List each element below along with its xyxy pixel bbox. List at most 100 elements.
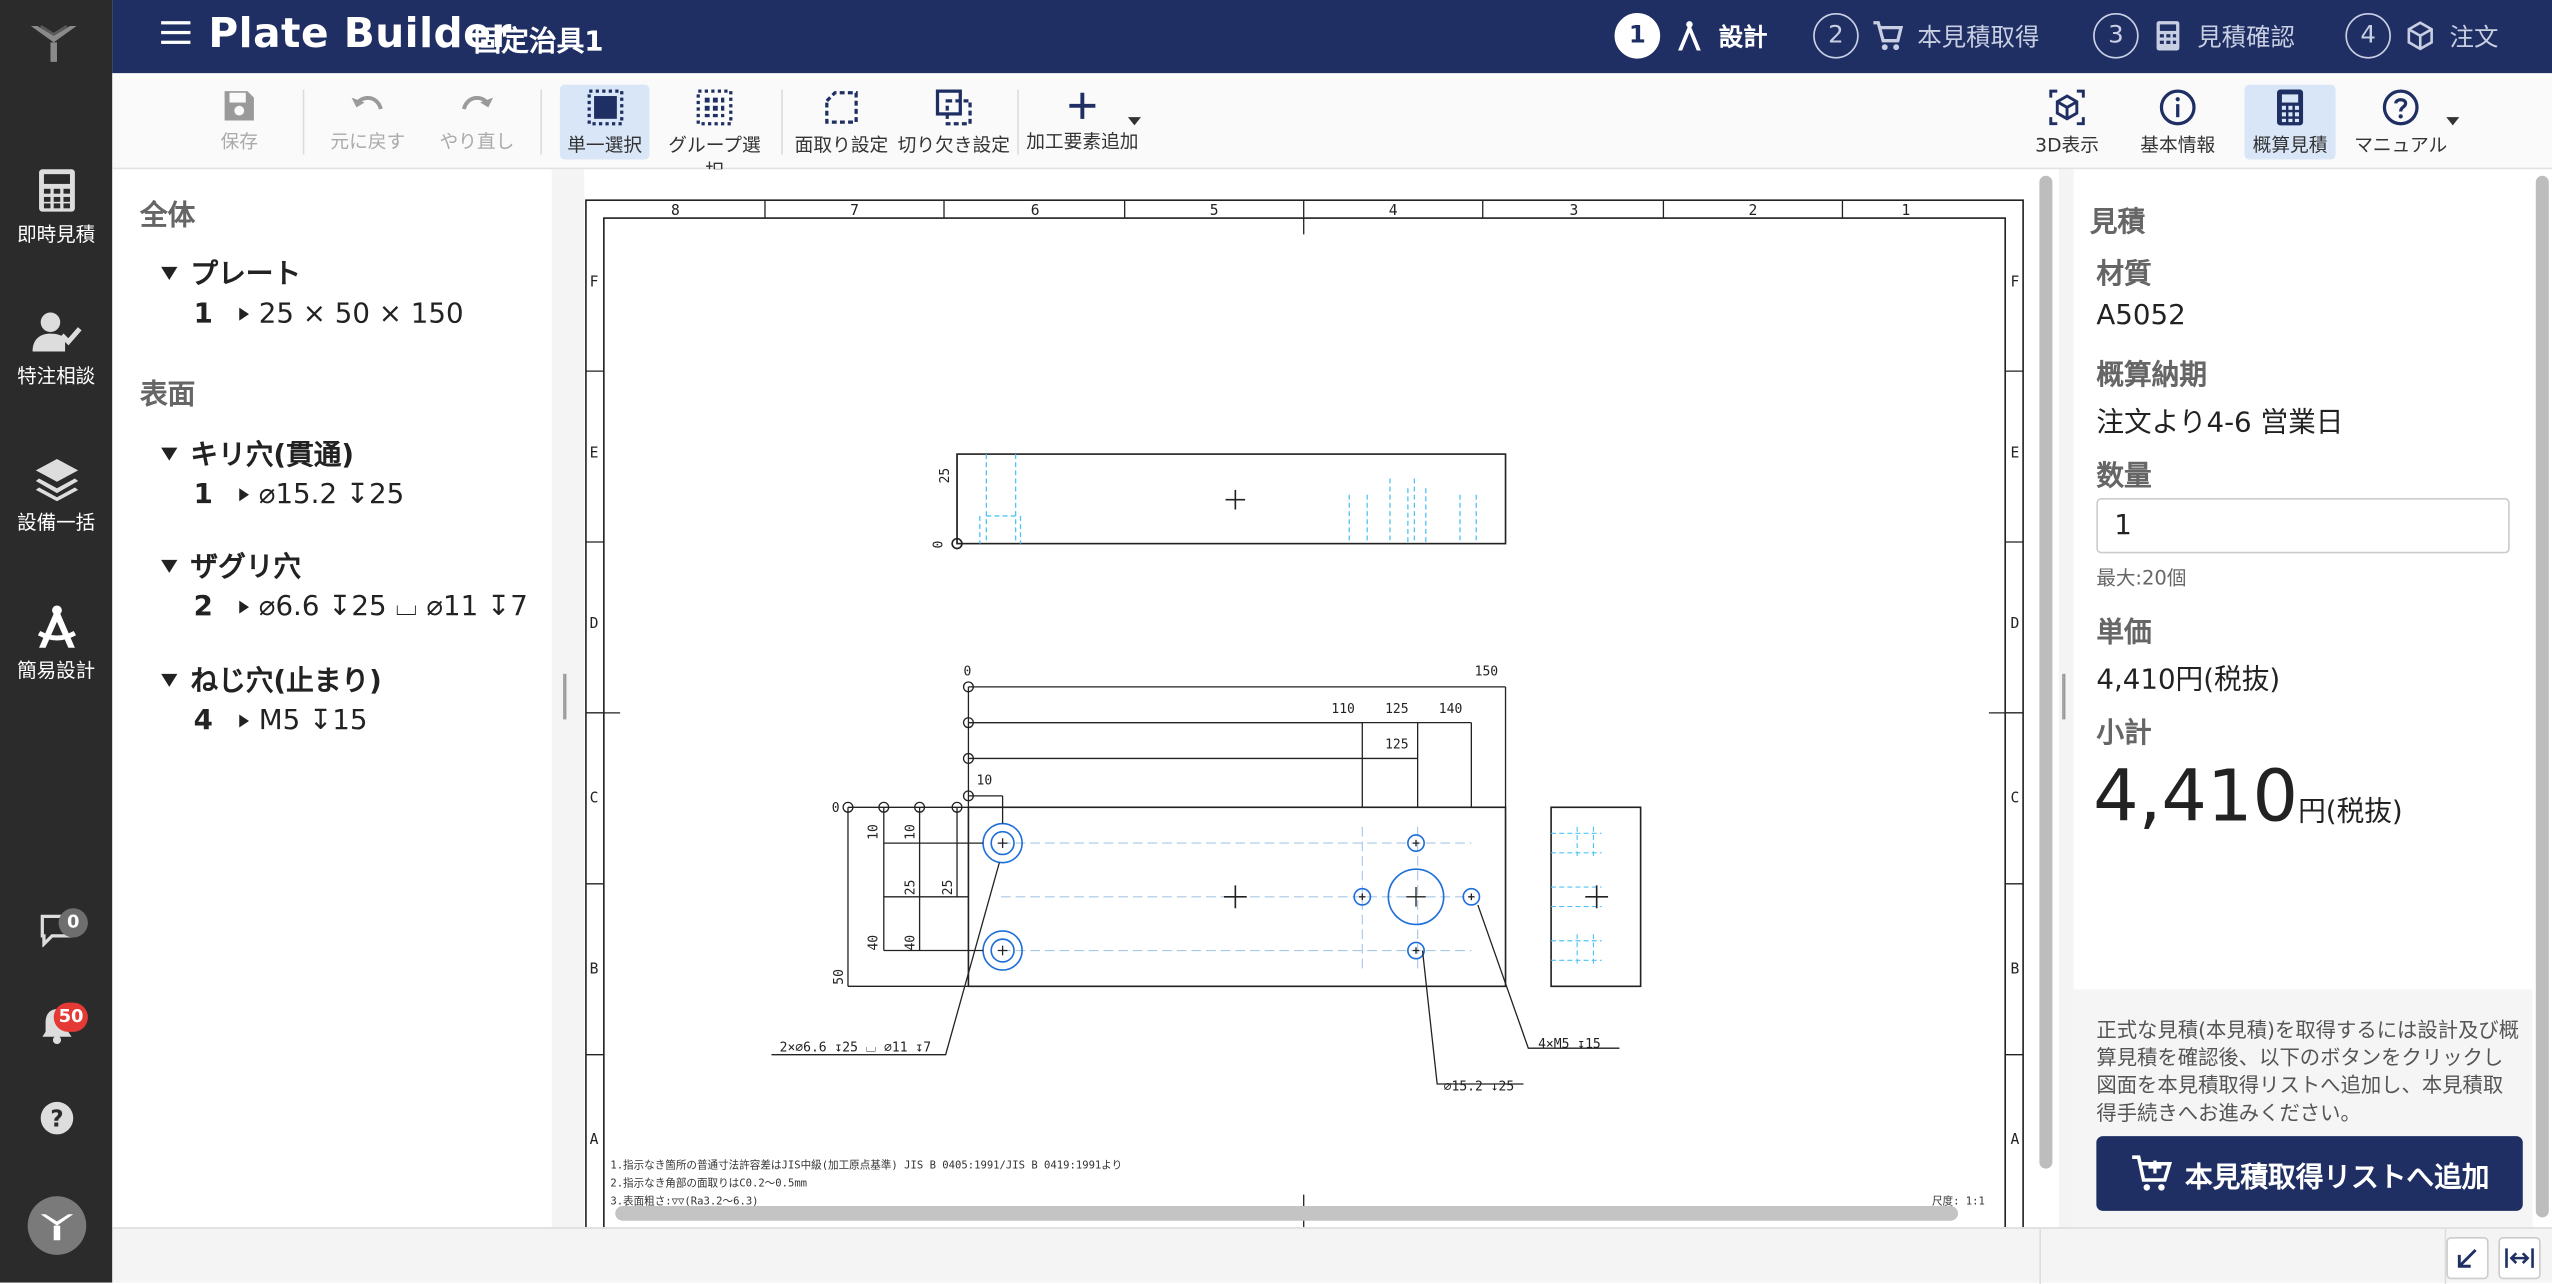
border-label: 4 bbox=[1389, 202, 1398, 219]
arrow-down-left-icon bbox=[2457, 1248, 2477, 1268]
group-label: キリ穴(貫通) bbox=[190, 439, 355, 473]
save-button[interactable]: 保存 bbox=[203, 85, 275, 160]
rail-item-custom-consult[interactable]: 特注相談 bbox=[0, 309, 112, 389]
tree-row-drill[interactable]: 1 ⌀15.2 ↧25 bbox=[194, 479, 405, 512]
tree-group-tapped-blind[interactable]: ねじ穴(止まり) bbox=[161, 658, 382, 699]
estimate-label: 概算見積 bbox=[2252, 133, 2328, 157]
front-view[interactable]: 25 0 bbox=[931, 453, 1507, 550]
redo-label: やり直し bbox=[439, 130, 515, 153]
add-feature-label: 加工要素追加 bbox=[1026, 130, 1139, 153]
estimate-heading: 見積 bbox=[2089, 206, 2146, 240]
step-label: 設計 bbox=[1718, 21, 1768, 52]
quantity-hint: 最大:20個 bbox=[2096, 566, 2187, 590]
document-title: 固定治具1 bbox=[473, 26, 604, 59]
step-design[interactable]: 1 設計 bbox=[1614, 13, 1768, 59]
rail-label: 設備一括 bbox=[17, 511, 96, 534]
chevron-down-icon[interactable] bbox=[1127, 117, 1141, 126]
manual-button[interactable]: マニュアル bbox=[2349, 85, 2453, 160]
chat-badge: 0 bbox=[58, 908, 88, 938]
collapse-panel-button[interactable] bbox=[2446, 1236, 2489, 1280]
scroll-thumb[interactable] bbox=[2535, 175, 2549, 1218]
basic-info-button[interactable]: 基本情報 bbox=[2127, 85, 2228, 160]
row-label: ⌀15.2 ↧25 bbox=[258, 478, 405, 512]
row-count: 1 bbox=[193, 297, 213, 331]
border-label: A bbox=[2011, 1131, 2020, 1148]
avatar bbox=[26, 1196, 86, 1255]
step-label: 本見積取得 bbox=[1917, 21, 2040, 52]
single-select-button[interactable]: 単一選択 bbox=[559, 84, 650, 160]
border-label: 3 bbox=[1569, 202, 1578, 219]
border-label: E bbox=[2011, 444, 2020, 461]
panel-vertical-scrollbar[interactable] bbox=[2532, 169, 2552, 1228]
step-formal-quote[interactable]: 2 本見積取得 bbox=[1813, 13, 2039, 59]
material-value: A5052 bbox=[2096, 299, 2186, 333]
section-surface: 表面 bbox=[139, 379, 196, 412]
drawing-vertical-scrollbar[interactable] bbox=[2036, 169, 2059, 1228]
plan-view[interactable]: 0 150 110 125 140 125 10 0 10 10 25 25 4… bbox=[771, 664, 1620, 1094]
account-button[interactable] bbox=[0, 1195, 112, 1263]
tree-row-tap[interactable]: 4 M5 ↧15 bbox=[194, 705, 368, 738]
group-select-button[interactable]: グループ選択 bbox=[659, 85, 770, 182]
tree-row-plate[interactable]: 1 25 × 50 × 150 bbox=[194, 298, 464, 331]
caret-down-icon bbox=[161, 559, 178, 573]
dim-label: 150 bbox=[1475, 664, 1499, 679]
add-to-quote-list-button[interactable]: 本見積取得リストへ追加 bbox=[2096, 1136, 2523, 1211]
group-select-icon bbox=[696, 89, 733, 126]
redo-button[interactable]: やり直し bbox=[435, 85, 520, 160]
scroll-thumb[interactable] bbox=[2039, 175, 2053, 1169]
notch-label: 切り欠き設定 bbox=[897, 133, 1010, 157]
caret-down-icon bbox=[161, 266, 178, 280]
manual-label: マニュアル bbox=[2354, 133, 2448, 157]
caret-right-icon bbox=[239, 488, 250, 502]
tree-group-plate[interactable]: プレート bbox=[161, 251, 301, 291]
undo-button[interactable]: 元に戻す bbox=[322, 85, 413, 160]
notifications-button[interactable]: 50 bbox=[0, 1002, 112, 1052]
caret-right-icon bbox=[239, 600, 250, 614]
rail-item-bulk-equipment[interactable]: 設備一括 bbox=[0, 456, 112, 536]
step-quote-review[interactable]: 3 見積確認 bbox=[2093, 13, 2295, 59]
caret-right-icon bbox=[239, 307, 250, 321]
tree-group-drill-through[interactable]: キリ穴(貫通) bbox=[161, 431, 354, 472]
drawing-horizontal-scrollbar[interactable] bbox=[615, 1206, 1959, 1221]
border-label: F bbox=[590, 273, 599, 290]
drawing-canvas[interactable]: 8 7 6 5 4 3 2 1 F E D C B A F E D C B A bbox=[584, 169, 2037, 1228]
chevron-down-icon[interactable] bbox=[2446, 117, 2460, 126]
notch-setting-button[interactable]: 切り欠き設定 bbox=[895, 85, 1012, 160]
splitter-grip bbox=[563, 673, 567, 720]
hamburger-menu-icon[interactable] bbox=[161, 21, 191, 50]
brand-logo-icon[interactable] bbox=[28, 20, 80, 66]
dim-label: 25 bbox=[938, 468, 953, 484]
dim-label: 125 bbox=[1385, 738, 1409, 753]
add-feature-button[interactable]: 加工要素追加 bbox=[1024, 85, 1141, 160]
rough-estimate-button[interactable]: 概算見積 bbox=[2244, 84, 2336, 160]
dim-label: 0 bbox=[931, 541, 946, 549]
chamfer-setting-button[interactable]: 面取り設定 bbox=[793, 85, 891, 160]
chamfer-label: 面取り設定 bbox=[794, 133, 889, 157]
quantity-input[interactable] bbox=[2096, 498, 2510, 554]
help-button[interactable]: ? bbox=[0, 1100, 112, 1142]
side-view[interactable] bbox=[1550, 806, 1642, 988]
svg-text:?: ? bbox=[50, 1106, 63, 1132]
dim-label: 25 bbox=[904, 879, 919, 895]
caret-down-icon bbox=[161, 673, 178, 687]
box-icon bbox=[2407, 21, 2433, 51]
left-panel-splitter[interactable] bbox=[551, 169, 585, 1228]
rail-item-instant-quote[interactable]: 即時見積 bbox=[0, 168, 112, 248]
drawing-note: 1.指示なき箇所の普通寸法許容差はJIS中級(加工原点基準) JIS B 040… bbox=[610, 1159, 1122, 1172]
redo-icon bbox=[461, 96, 494, 110]
row-label: ⌀6.6 ↧25 ⌴ ⌀11 ↧7 bbox=[258, 590, 528, 624]
group-label: ねじ穴(止まり) bbox=[190, 665, 382, 699]
dim-label: 25 bbox=[941, 879, 956, 895]
cart-icon bbox=[1873, 21, 1904, 51]
rail-item-simple-design[interactable]: 簡易設計 bbox=[0, 604, 112, 684]
tree-row-counterbore[interactable]: 2 ⌀6.6 ↧25 ⌴ ⌀11 ↧7 bbox=[194, 591, 528, 624]
step-order[interactable]: 4 注文 bbox=[2345, 13, 2498, 59]
tree-group-counterbore[interactable]: ザグリ穴 bbox=[161, 544, 301, 584]
subtotal-unit: 円(税抜) bbox=[2298, 795, 2403, 829]
unit-price-value: 4,410円(税抜) bbox=[2096, 664, 2281, 697]
fit-width-button[interactable] bbox=[2498, 1236, 2541, 1280]
right-panel-splitter[interactable] bbox=[2058, 169, 2074, 1228]
dim-label: 140 bbox=[1439, 702, 1463, 717]
view-3d-button[interactable]: 3D表示 bbox=[2030, 85, 2105, 160]
chat-button[interactable]: 0 bbox=[0, 908, 112, 953]
